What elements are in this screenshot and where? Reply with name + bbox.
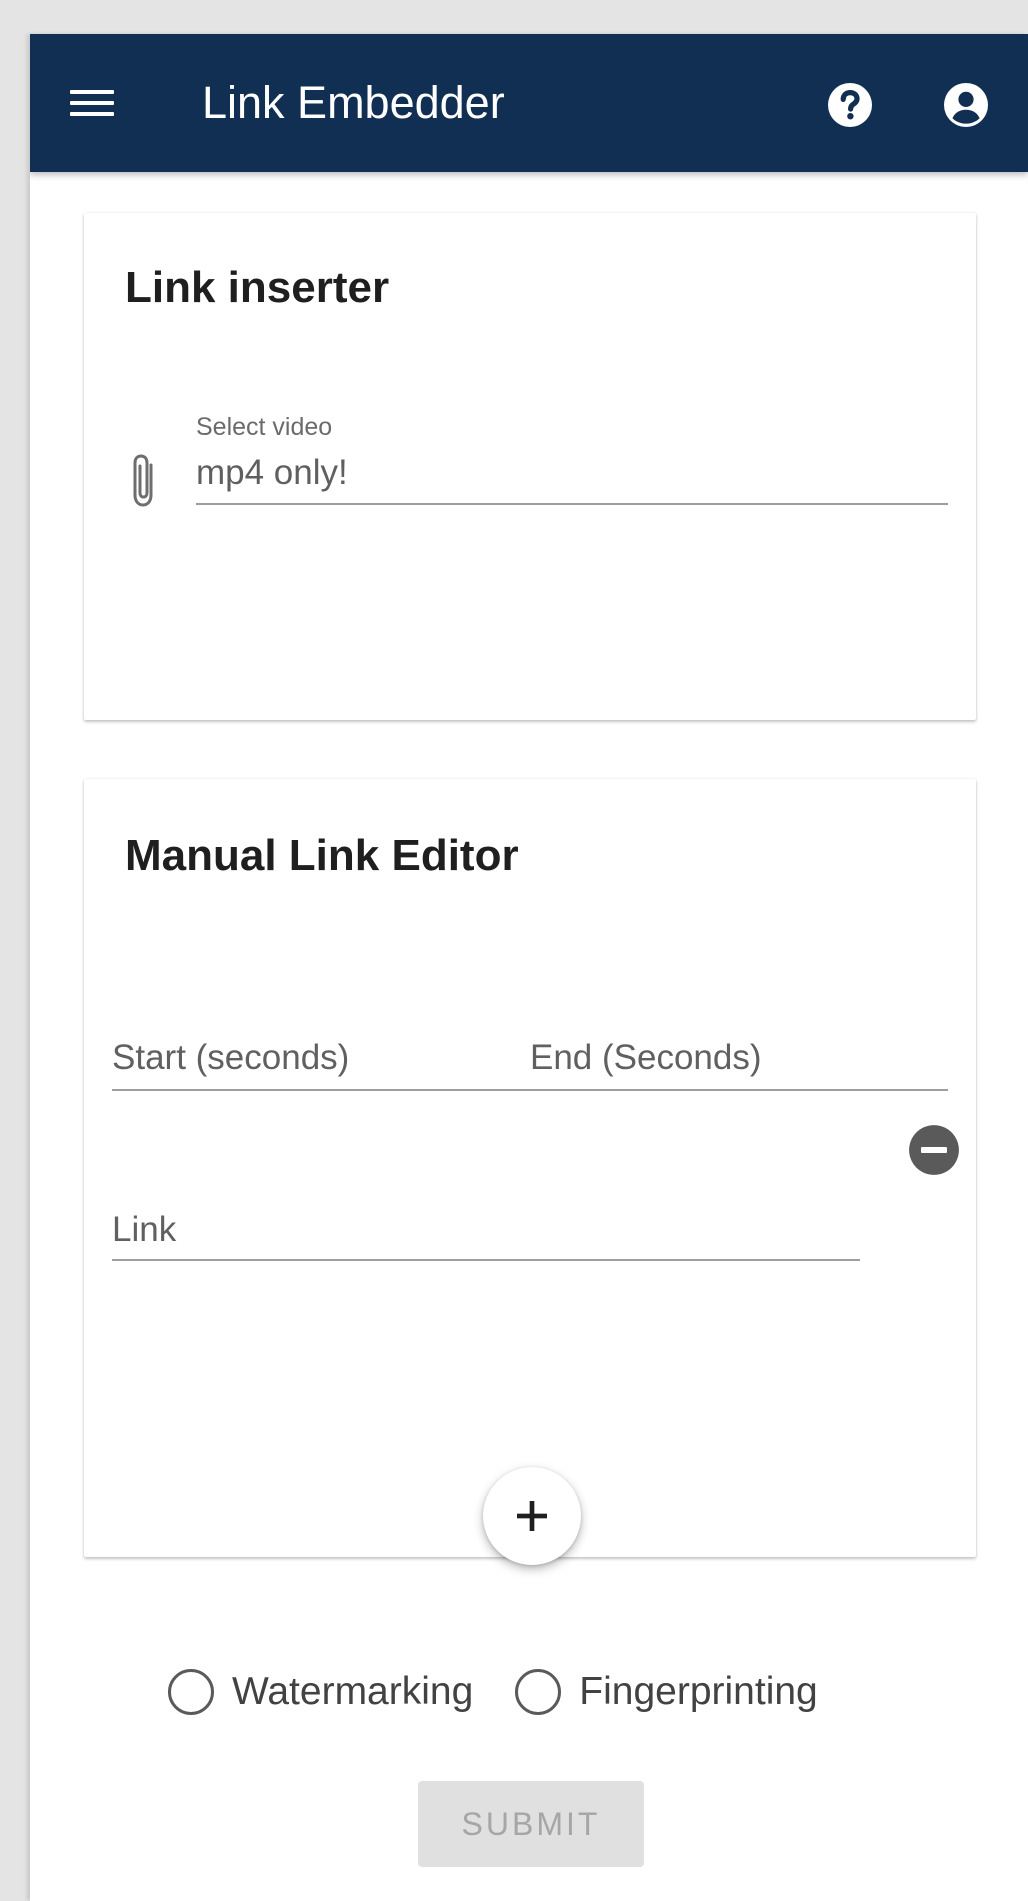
app-bar: Link Embedder — [30, 34, 1028, 172]
app-frame: Link Embedder Link inserter Select video — [30, 34, 1028, 1901]
time-range-row — [112, 1029, 948, 1091]
link-inserter-title: Link inserter — [125, 263, 390, 312]
fingerprinting-radio[interactable] — [515, 1669, 562, 1715]
watermarking-radio[interactable] — [168, 1669, 214, 1715]
submit-button[interactable]: SUBMIT — [418, 1781, 644, 1867]
menu-icon[interactable] — [70, 80, 116, 126]
fingerprinting-option[interactable]: Fingerprinting — [515, 1669, 818, 1715]
manual-link-editor-card: Manual Link Editor — [84, 779, 976, 1565]
video-file-input[interactable] — [196, 449, 948, 505]
account-circle-icon[interactable] — [942, 81, 990, 129]
fingerprinting-label: Fingerprinting — [579, 1670, 818, 1713]
link-input[interactable] — [112, 1201, 860, 1261]
add-link-button[interactable] — [483, 1467, 581, 1565]
menu-icon-line — [70, 101, 114, 105]
remove-circle-icon[interactable] — [908, 1124, 960, 1176]
help-circle-icon[interactable] — [826, 81, 874, 129]
end-seconds-input[interactable] — [530, 1029, 948, 1087]
menu-icon-line — [70, 90, 114, 94]
watermarking-option[interactable]: Watermarking — [168, 1669, 473, 1715]
app-title: Link Embedder — [202, 77, 505, 128]
menu-icon-line — [70, 112, 114, 116]
paperclip-icon[interactable] — [126, 451, 160, 511]
select-video-label: Select video — [196, 413, 333, 441]
manual-link-editor-title: Manual Link Editor — [125, 831, 519, 880]
watermarking-label: Watermarking — [232, 1670, 474, 1713]
start-seconds-input[interactable] — [112, 1029, 512, 1087]
plus-icon — [517, 1501, 547, 1531]
mode-radio-group: Watermarking Fingerprinting — [168, 1662, 818, 1722]
link-inserter-card: Link inserter Select video — [84, 213, 976, 720]
